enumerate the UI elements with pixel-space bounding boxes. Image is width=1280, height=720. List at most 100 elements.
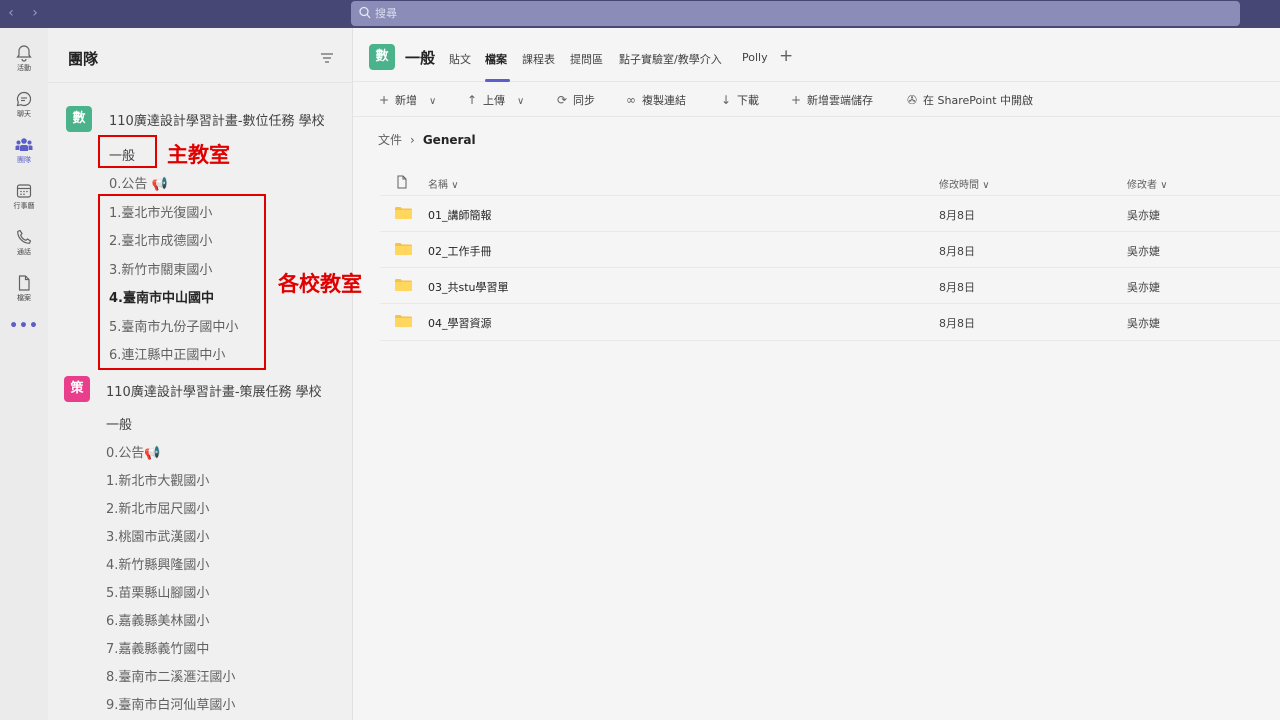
file-modified: 8月8日 [939,281,975,294]
breadcrumb-root[interactable]: 文件 [378,133,402,147]
forward-arrow-icon[interactable]: › [28,5,42,21]
sharepoint-icon: ✇ [906,93,918,107]
file-name[interactable]: 04_學習資源 [428,315,492,331]
file-modified: 8月8日 [939,245,975,258]
file-icon [18,275,30,291]
column-modified-label: 修改時間 [939,180,979,191]
search-icon [359,6,371,19]
plus-icon: + [378,93,390,107]
rail-label: 活動 [17,64,31,72]
sync-label: 同步 [573,94,595,107]
upload-button[interactable]: ↑ 上傳 ∨ [465,92,524,108]
tab-questions[interactable]: 提問區 [570,51,603,67]
file-modified-by: 吳亦婕 [1127,209,1160,222]
files-toolbar: + 新增 ∨ ↑ 上傳 ∨ ⟳ 同步 ∞ 複製連結 ↓ 下載 + 新增雲端儲存 ✇ 在 Share… [353,83,1280,117]
channel-item[interactable]: 8.臺南市二溪滙汪國小 [106,666,235,685]
active-tab-indicator [485,79,510,82]
rail-calendar[interactable]: 行事曆 [0,176,48,220]
new-button[interactable]: + 新增 ∨ [377,92,436,108]
phone-icon [17,229,32,244]
chevron-down-icon: ∨ [429,96,437,107]
channel-item[interactable]: 0.公告 📢 [109,173,168,192]
file-name[interactable]: 03_共stu學習單 [428,279,509,295]
search-input[interactable] [375,3,1215,24]
file-row[interactable]: 02_工作手冊 8月8日 吳亦婕 [380,232,1280,268]
channel-item[interactable]: 2.新北市屈尺國小 [106,498,209,517]
breadcrumb-current: General [422,133,476,147]
team-name[interactable]: 110廣達設計學習計畫-策展任務 學校 [106,381,322,400]
file-modified-by: 吳亦婕 [1127,245,1160,258]
folder-icon [395,243,412,255]
bell-icon [16,45,32,62]
team-avatar[interactable]: 數 [66,106,92,132]
open-sharepoint-label: 在 SharePoint 中開啟 [923,94,1034,107]
channel-item[interactable]: 6.嘉義縣美林國小 [106,610,209,629]
column-modified[interactable]: 修改時間 ∨ [939,176,990,191]
channel-item[interactable]: 0.公告📢 [106,442,161,461]
app-rail: 活動 聊天 團隊 行事曆 通話 檔案 ••• [0,28,48,720]
file-row[interactable]: 03_共stu學習單 8月8日 吳亦婕 [380,268,1280,304]
sync-icon: ⟳ [556,93,568,107]
rail-chat[interactable]: 聊天 [0,84,48,128]
add-cloud-storage-button[interactable]: + 新增雲端儲存 [789,92,873,108]
rail-label: 通話 [17,248,31,256]
channel-item[interactable]: 9.臺南市白河仙草國小 [106,694,235,713]
file-modified-by: 吳亦婕 [1127,317,1160,330]
tab-schedule[interactable]: 課程表 [522,51,555,67]
chevron-down-icon: ∨ [451,180,459,191]
file-name[interactable]: 01_講師簡報 [428,207,492,223]
file-name[interactable]: 02_工作手冊 [428,243,492,259]
tab-polly[interactable]: Polly [742,51,768,64]
title-bar: ‹ › [0,0,1280,28]
channel-title: 一般 [405,49,436,67]
chat-icon [16,91,32,107]
tab-files[interactable]: 檔案 [485,51,507,67]
rail-teams[interactable]: 團隊 [0,130,48,174]
folder-icon [395,207,412,219]
file-row[interactable]: 01_講師簡報 8月8日 吳亦婕 [380,196,1280,232]
rail-files[interactable]: 檔案 [0,268,48,312]
main-classroom-label: 主教室 [167,143,230,167]
sync-button[interactable]: ⟳ 同步 [555,92,595,108]
rail-calls[interactable]: 通話 [0,222,48,266]
team-name[interactable]: 110廣達設計學習計畫-數位任務 學校 [109,110,325,129]
main-classroom-highlight [98,135,157,168]
channel-item[interactable]: 5.苗栗縣山腳國小 [106,582,209,601]
file-modified: 8月8日 [939,317,975,330]
file-row[interactable]: 04_學習資源 8月8日 吳亦婕 [380,304,1280,340]
add-cloud-label: 新增雲端儲存 [807,94,873,107]
channel-item[interactable]: 1.新北市大觀國小 [106,470,209,489]
school-classrooms-label: 各校教室 [278,272,362,296]
open-sharepoint-button[interactable]: ✇ 在 SharePoint 中開啟 [905,92,1033,108]
channel-item[interactable]: 7.嘉義縣義竹國中 [106,638,209,657]
channel-item[interactable]: 3.桃園市武漢國小 [106,526,209,545]
column-name[interactable]: 名稱 ∨ [428,176,459,191]
school-classrooms-highlight [98,194,266,370]
file-modified: 8月8日 [939,209,975,222]
download-button[interactable]: ↓ 下載 [719,92,759,108]
search-box[interactable] [351,1,1240,26]
add-tab-icon[interactable]: + [779,46,793,66]
rail-label: 行事曆 [13,202,35,210]
tab-idea-lab[interactable]: 點子實驗室/教學介入 [619,51,722,67]
back-arrow-icon[interactable]: ‹ [4,5,18,21]
panel-title: 團隊 [68,50,99,68]
filter-icon[interactable] [320,52,334,64]
calendar-icon [16,184,32,198]
channel-item[interactable]: 一般 [106,414,132,433]
channel-avatar: 數 [369,44,395,70]
panel-divider [48,82,353,83]
rail-activity[interactable]: 活動 [0,38,48,82]
teams-icon [15,138,33,151]
upload-icon: ↑ [466,93,478,107]
team-avatar[interactable]: 策 [64,376,90,402]
download-label: 下載 [737,94,759,107]
copy-link-button[interactable]: ∞ 複製連結 [624,92,686,108]
tab-posts[interactable]: 貼文 [449,51,471,67]
breadcrumb: 文件 › General [378,131,476,148]
link-icon: ∞ [626,93,636,107]
rail-label: 檔案 [17,294,31,302]
column-modified-by[interactable]: 修改者 ∨ [1127,176,1168,191]
more-apps-icon[interactable]: ••• [0,318,48,334]
channel-item[interactable]: 4.新竹縣興隆國小 [106,554,209,573]
